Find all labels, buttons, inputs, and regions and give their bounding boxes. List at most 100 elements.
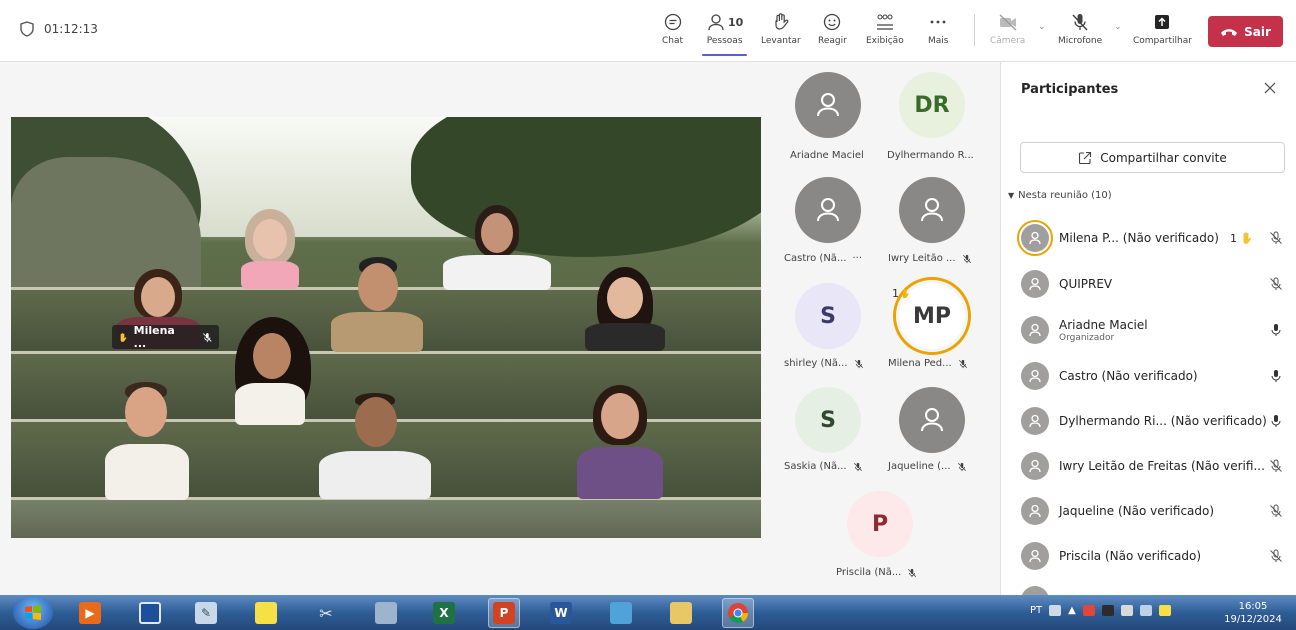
notes-tray-icon[interactable] [1158, 605, 1171, 616]
taskbar-app-paint[interactable]: ✎ [190, 598, 222, 628]
taskbar-app-sticky-notes[interactable] [250, 598, 282, 628]
taskbar-app-excel[interactable]: X [428, 598, 460, 628]
view-button[interactable]: Exibição [866, 10, 904, 46]
person-icon [1029, 369, 1041, 383]
raised-hand-icon [120, 332, 127, 342]
windows-logo-icon [25, 604, 41, 620]
participant-row-partial[interactable] [1001, 580, 1296, 595]
participant-name: Iwry Leitão de Freitas (Não verifi... [1059, 459, 1265, 473]
microphone-button[interactable]: Microfone [1058, 10, 1102, 46]
shield-icon [20, 21, 34, 37]
network-warning-icon[interactable] [1082, 605, 1095, 616]
person-icon [1029, 323, 1041, 337]
clock-time: 16:05 [1238, 601, 1268, 612]
participant-row[interactable]: Milena P... (Não verificado) 1 [1001, 218, 1296, 258]
share-label: Compartilhar [1133, 36, 1192, 46]
participant-video [577, 385, 663, 499]
person-icon [921, 198, 943, 222]
taskbar-app-media-player[interactable]: ▶ [74, 598, 106, 628]
raised-hand-badge: 1 [892, 287, 911, 300]
close-icon[interactable] [1262, 80, 1278, 96]
avatar [1017, 220, 1053, 256]
people-button[interactable]: 10 Pessoas [701, 10, 748, 56]
avatar [1021, 452, 1049, 480]
mic-off-icon [1270, 231, 1282, 244]
more-button[interactable]: Mais [928, 10, 948, 46]
share-button[interactable]: Compartilhar [1133, 10, 1192, 46]
raise-hand-button[interactable]: Levantar [761, 10, 801, 46]
taskbar-app-chrome[interactable] [722, 598, 754, 628]
taskbar-app-snipping-tool[interactable]: ✂ [310, 598, 342, 628]
taskbar-app-powerpoint[interactable]: P [488, 598, 520, 628]
scissors-icon: ✂ [319, 603, 333, 623]
participant-name: Ariadne Maciel Organizador [1059, 317, 1148, 343]
participant-row[interactable]: Castro (Não verificado) [1001, 356, 1296, 396]
person-icon [1029, 549, 1041, 563]
camera-button[interactable]: Câmera [990, 10, 1025, 46]
participant-row[interactable]: Jaqueline (Não verificado) [1001, 491, 1296, 531]
camera-label: Câmera [990, 36, 1026, 46]
avatar: DR [899, 72, 965, 138]
avatar [899, 387, 965, 453]
taskbar-app-notes[interactable] [605, 598, 637, 628]
tile-name: Ariadne Maciel [790, 150, 864, 161]
toolbar-divider [974, 14, 975, 46]
avatar [1021, 362, 1049, 390]
participant-row[interactable]: Ariadne Maciel Organizador [1001, 310, 1296, 350]
signal-icon[interactable] [1139, 605, 1152, 616]
participant-row[interactable]: Priscila (Não verificado) [1001, 536, 1296, 576]
language-indicator[interactable]: PT [1030, 605, 1042, 616]
media-player-icon: ▶ [79, 602, 101, 624]
participant-video [239, 209, 301, 289]
start-button[interactable] [13, 596, 53, 629]
person-icon [1029, 231, 1041, 245]
timer-text: 01:12:13 [44, 22, 98, 36]
taskbar-app-calculator[interactable] [370, 598, 402, 628]
tile-name: Milena Ped... [888, 358, 968, 369]
hang-up-icon [1221, 28, 1238, 36]
mic-off-icon [853, 462, 862, 471]
chat-button[interactable]: Chat [662, 10, 683, 46]
participant-name: Milena P... (Não verificado) [1059, 231, 1219, 245]
avatar [1021, 407, 1049, 435]
keyboard-icon[interactable] [1049, 605, 1062, 616]
tile-name: Iwry Leitão ... [888, 253, 972, 264]
meeting-timer: 01:12:13 [20, 21, 98, 37]
tile-name: Dylhermando R... [887, 150, 974, 161]
person-icon [1029, 414, 1041, 428]
folder-icon [670, 602, 692, 624]
react-button[interactable]: Reagir [818, 10, 847, 46]
person-icon [1029, 504, 1041, 518]
mic-off-icon [203, 332, 212, 342]
people-count: 10 [728, 15, 744, 29]
participant-name: Dylhermando Ri... (Não verificado) [1059, 414, 1267, 428]
mic-off-icon [854, 359, 863, 368]
avatar: P [847, 491, 913, 557]
participant-row[interactable]: Dylhermando Ri... (Não verificado) [1001, 401, 1296, 441]
section-header[interactable]: ▼ Nesta reunião (10) [1008, 190, 1112, 201]
share-invite-button[interactable]: Compartilhar convite [1020, 142, 1285, 173]
chat-label: Chat [662, 36, 684, 46]
mic-off-icon [962, 254, 971, 263]
more-icon[interactable]: ··· [852, 253, 862, 264]
participant-row[interactable]: QUIPREV [1001, 264, 1296, 304]
tile-name: Castro (Nã... ··· [784, 253, 863, 264]
avatar [1021, 270, 1049, 298]
tray-expand-icon[interactable]: ▲ [1068, 605, 1076, 616]
taskbar-app-word[interactable]: W [545, 598, 577, 628]
security-icon[interactable] [1101, 605, 1114, 616]
avatar [1021, 316, 1049, 344]
taskbar-app-archive[interactable] [134, 598, 166, 628]
volume-muted-icon[interactable] [1120, 605, 1133, 616]
raised-hand-icon [902, 288, 909, 299]
mic-chevron-down-icon[interactable]: ⌄ [1114, 22, 1122, 32]
taskbar-app-file-explorer[interactable] [665, 598, 697, 628]
mic-off-icon [1270, 549, 1282, 562]
participant-row[interactable]: Iwry Leitão de Freitas (Não verifi... [1001, 446, 1296, 486]
tile-name: shirley (Nã... [784, 358, 864, 369]
more-icon [930, 20, 946, 24]
meeting-toolbar: 01:12:13 Chat 10 Pessoas Levantar Reagir… [0, 0, 1296, 62]
camera-chevron-down-icon[interactable]: ⌄ [1038, 22, 1046, 32]
leave-button[interactable]: Sair [1208, 16, 1283, 47]
taskbar-clock[interactable]: 16:05 19/12/2024 [1218, 600, 1288, 626]
